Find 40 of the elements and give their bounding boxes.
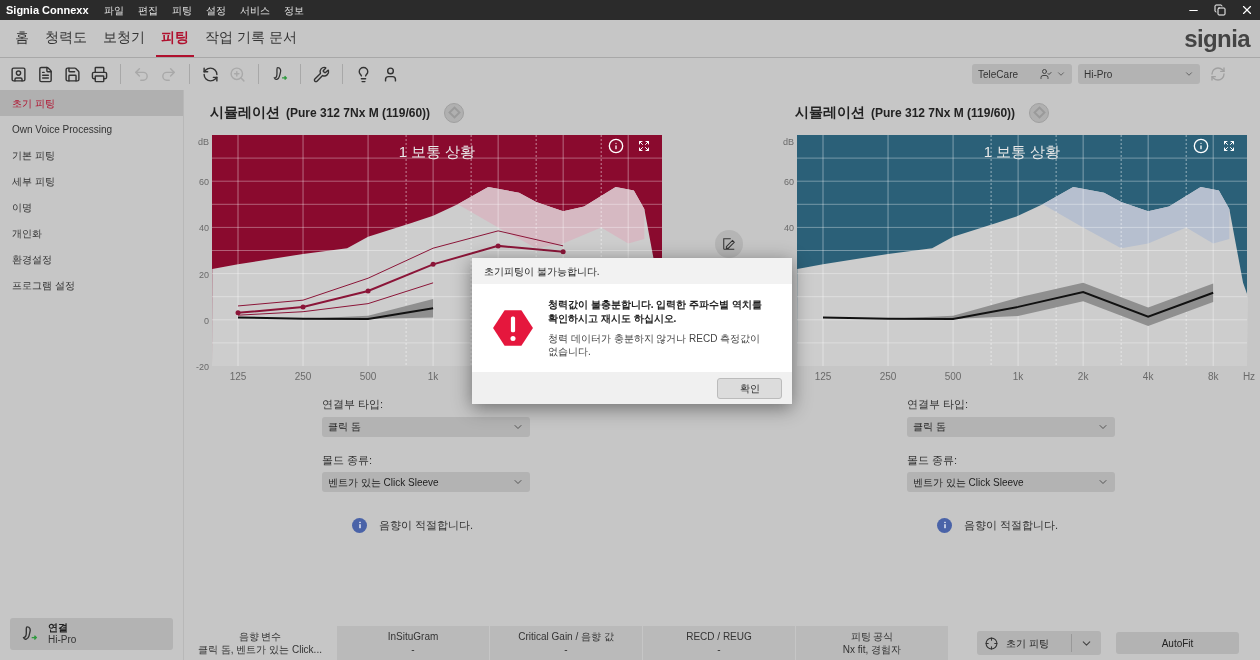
axis-label: 1k [427, 371, 439, 382]
axis-label: 250 [879, 371, 897, 382]
axis-title: Hz [1242, 371, 1256, 382]
axis-label: 500 [944, 371, 962, 382]
connection-label: 연결 [48, 622, 69, 634]
panel-title: 시뮬레이션 [210, 103, 280, 122]
axis-title: dB [783, 137, 794, 147]
chart-title: 1 보통 상황 [398, 142, 476, 162]
axis-label: 40 [784, 223, 794, 234]
field-label: 몰드 종류: [322, 452, 374, 468]
axis-label: 60 [784, 177, 794, 188]
axis-label: 60 [199, 177, 209, 188]
dialog-detail: 청력 데이터가 충분하지 않거나 RECD 측정값이 없습니다. [548, 332, 762, 358]
app-title: Signia Connexx [6, 2, 90, 18]
logo: signia [1184, 23, 1250, 54]
dialog-title: 초기피팅이 불가능합니다. [484, 264, 600, 279]
axis-label: 500 [359, 371, 377, 382]
axis-label: 0 [204, 315, 209, 326]
axis-label: 2k [1077, 371, 1089, 382]
status-text: 음향이 적절합니다. [964, 518, 1059, 533]
field-label: 몰드 종류: [907, 452, 959, 468]
device-label: Hi-Pro [48, 634, 77, 646]
axis-label: 4k [1142, 371, 1154, 382]
axis-label: 125 [814, 371, 832, 382]
axis-label: 1k [1012, 371, 1024, 382]
chart-title: 1 보통 상황 [983, 142, 1061, 162]
axis-label: 40 [199, 223, 209, 234]
field-label: 연결부 타입: [907, 397, 970, 412]
axis-label: 125 [229, 371, 247, 382]
model-label: (Pure 312 7Nx M (119/60)) [871, 104, 1016, 122]
dialog-message: 청력값이 불충분합니다. 입력한 주파수별 역치를 확인하시고 재시도 하십시오. [548, 298, 763, 326]
field-label: 연결부 타입: [322, 397, 385, 412]
panel-title: 시뮬레이션 [795, 103, 865, 122]
model-label: (Pure 312 7Nx M (119/60)) [286, 104, 431, 122]
axis-title: dB [198, 137, 209, 147]
status-text: 음향이 적절합니다. [379, 518, 474, 533]
axis-label: -20 [196, 362, 209, 372]
axis-label: 250 [294, 371, 312, 382]
axis-label: 20 [199, 269, 209, 280]
axis-label: 8k [1207, 371, 1219, 382]
